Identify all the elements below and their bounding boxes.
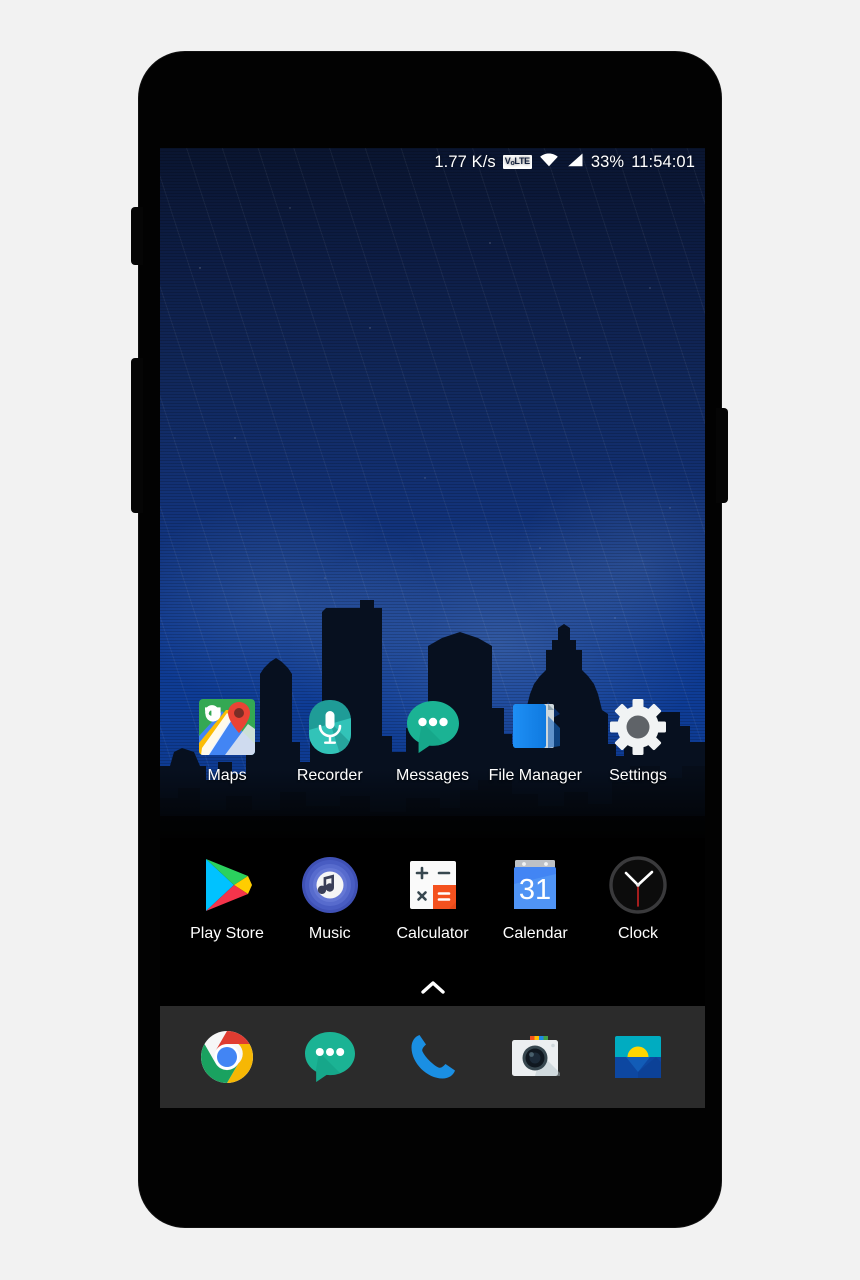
dock-app-chrome[interactable] — [182, 1027, 272, 1087]
sound-recorder-icon — [299, 696, 361, 758]
app-settings[interactable]: Settings — [593, 696, 683, 784]
app-label: Recorder — [296, 767, 363, 784]
google-maps-icon — [196, 696, 258, 758]
battery-percent-text: 33% — [590, 152, 625, 171]
dock — [160, 1006, 705, 1108]
messages-icon — [300, 1027, 360, 1087]
music-icon — [299, 854, 361, 916]
app-music[interactable]: Music — [285, 854, 375, 942]
dock-app-gallery[interactable] — [593, 1027, 683, 1087]
dock-app-phone[interactable] — [388, 1027, 478, 1087]
volume-up-button[interactable] — [131, 207, 143, 265]
app-messages[interactable]: Messages — [388, 696, 478, 784]
app-row-2: Play Store Music Calculator 31 Calendar … — [160, 854, 705, 942]
app-label: Calculator — [396, 925, 469, 942]
phone-icon — [403, 1027, 463, 1087]
app-drawer-handle[interactable] — [160, 980, 705, 1001]
clock-icon — [607, 854, 669, 916]
app-play-store[interactable]: Play Store — [182, 854, 272, 942]
app-label: Maps — [207, 767, 247, 784]
network-speed-text: 1.77 K/s — [434, 152, 496, 171]
calendar-day-number: 31 — [519, 874, 551, 906]
app-file-manager[interactable]: File Manager — [488, 696, 582, 784]
volte-icon: VoLTE — [502, 155, 532, 169]
power-button[interactable] — [716, 408, 728, 503]
app-calendar[interactable]: 31 Calendar — [490, 854, 580, 942]
volte-label-lte: LTE — [514, 156, 530, 166]
chrome-icon — [197, 1027, 257, 1087]
app-recorder[interactable]: Recorder — [285, 696, 375, 784]
app-label: Messages — [396, 767, 469, 784]
app-label: Music — [308, 925, 351, 942]
dock-app-camera[interactable] — [490, 1027, 580, 1087]
gallery-icon — [608, 1027, 668, 1087]
calendar-icon: 31 — [504, 854, 566, 916]
app-label: Clock — [617, 925, 658, 942]
messages-icon — [402, 696, 464, 758]
status-bar: 1.77 K/s VoLTE 33% 11:54:01 — [160, 148, 705, 176]
volume-down-button[interactable] — [131, 358, 143, 513]
play-store-icon — [196, 854, 258, 916]
chevron-up-icon — [420, 981, 445, 994]
app-label: Play Store — [190, 925, 264, 942]
wifi-icon — [539, 152, 559, 173]
app-row-1: Maps Recorder Messages File Manager Sett… — [160, 696, 705, 784]
file-manager-icon — [504, 696, 566, 758]
cellular-signal-icon — [566, 152, 584, 173]
app-label: File Manager — [488, 767, 582, 784]
dock-app-messages[interactable] — [285, 1027, 375, 1087]
app-clock[interactable]: Clock — [593, 854, 683, 942]
calculator-icon — [402, 854, 464, 916]
phone-screen: 1.77 K/s VoLTE 33% 11:54:01 Maps Recorde… — [160, 148, 705, 1108]
camera-icon — [505, 1027, 565, 1087]
settings-gear-icon — [607, 696, 669, 758]
screenshot-canvas: 1.77 K/s VoLTE 33% 11:54:01 Maps Recorde… — [0, 0, 860, 1280]
app-maps[interactable]: Maps — [182, 696, 272, 784]
app-label: Calendar — [502, 925, 568, 942]
app-calculator[interactable]: Calculator — [388, 854, 478, 942]
app-label: Settings — [609, 767, 667, 784]
status-bar-clock: 11:54:01 — [631, 152, 695, 171]
